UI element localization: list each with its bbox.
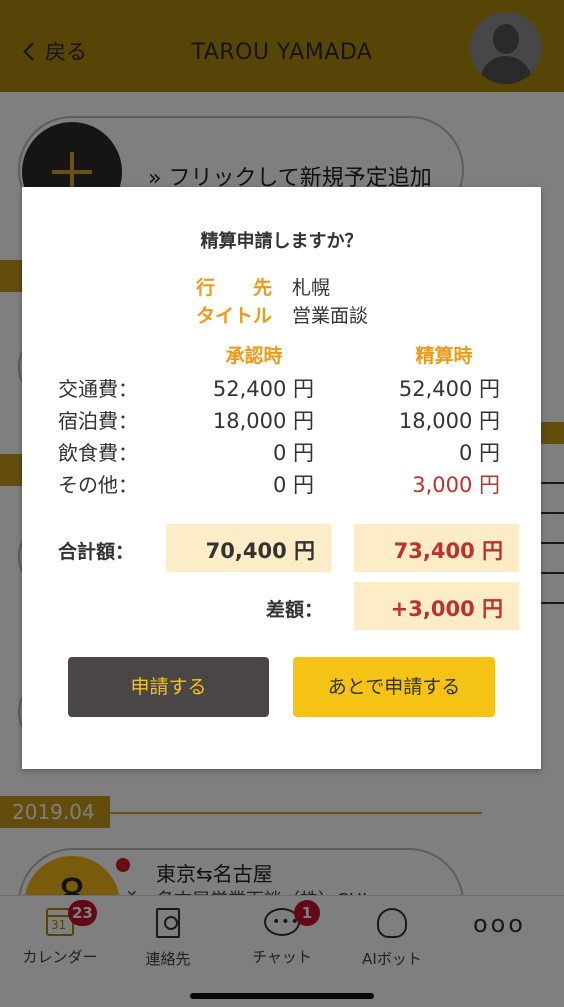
total-label: 合計額： [58,541,135,563]
approved-amount: 0 円 [272,473,314,497]
total-settle-box: 73,400 円 [354,524,519,572]
row-label: 飲食費： [58,441,138,465]
diff-label: 差額： [266,599,324,621]
col-approved-header: 承認時 [225,345,283,367]
row-label: 宿泊費： [58,409,138,433]
approved-amount: 52,400 円 [212,377,314,401]
total-approved-box: 70,400 円 [166,524,331,572]
total-approved: 70,400 円 [205,539,315,563]
destination-label: 行 先 [196,277,273,299]
screen: 戻る TAROU YAMADA » フリックして新規予定追加 2019.04 [0,0,564,1007]
settle-amount-changed: 3,000 円 [412,473,500,497]
row-label: 交通費： [58,377,138,401]
apply-later-button[interactable]: あとで申請する [293,657,495,717]
total-settle: 73,400 円 [393,539,503,563]
col-settle-header: 精算時 [415,345,473,367]
title-label: タイトル [196,305,273,327]
settle-amount: 0 円 [458,441,500,465]
diff-value: +3,000 円 [390,597,503,621]
settle-amount: 52,400 円 [398,377,500,401]
row-label: その他： [58,473,138,497]
settle-amount: 18,000 円 [398,409,500,433]
destination-value: 札幌 [292,277,331,299]
approved-amount: 18,000 円 [212,409,314,433]
settlement-dialog: 精算申請しますか？ 行 先 札幌 タイトル 営業面談 承認時 精算時 交通費： … [22,187,541,769]
title-value: 営業面談 [292,305,369,327]
apply-button[interactable]: 申請する [68,657,269,717]
approved-amount: 0 円 [272,441,314,465]
dialog-title: 精算申請しますか？ [200,231,363,252]
diff-box: +3,000 円 [354,582,519,630]
